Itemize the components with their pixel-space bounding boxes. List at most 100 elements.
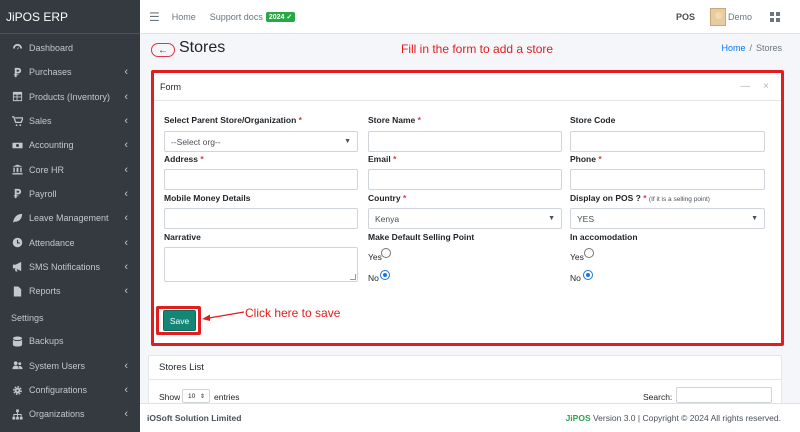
- chevron-left-icon: ‹: [124, 236, 128, 249]
- chevron-left-icon: ‹: [124, 66, 128, 79]
- accomodation-no-radio[interactable]: [583, 270, 593, 280]
- avatar[interactable]: [709, 8, 726, 26]
- sidebar-nav: Dashboard Purchases ‹ Products (Inventor…: [0, 34, 140, 426]
- sidebar-item-leave-management[interactable]: Leave Management ‹: [0, 206, 140, 230]
- close-icon[interactable]: ×: [763, 81, 769, 92]
- caret-down-icon: ▼: [344, 138, 351, 145]
- caret-down-icon: ▼: [751, 215, 758, 222]
- required-mark: *: [393, 154, 397, 164]
- sidebar-item-purchases[interactable]: Purchases ‹: [0, 60, 140, 84]
- store-code-label: Store Code: [570, 115, 616, 125]
- hamburger-menu-icon[interactable]: ☰: [149, 10, 160, 24]
- address-input[interactable]: [164, 169, 358, 190]
- sidebar-item-label: Products (Inventory): [29, 91, 111, 102]
- check-icon: ✓: [286, 13, 293, 21]
- pos-link[interactable]: POS: [676, 12, 695, 22]
- save-button[interactable]: Save: [163, 310, 196, 331]
- country-label-text: Country: [368, 193, 401, 203]
- narrative-label: Narrative: [164, 232, 201, 242]
- search-input[interactable]: [676, 387, 772, 403]
- accomodation-yes-label: Yes: [570, 252, 584, 262]
- entries-label: entries: [214, 392, 240, 402]
- sidebar-item-label: Dashboard: [29, 43, 74, 54]
- sidebar-item-organizations[interactable]: Organizations ‹: [0, 402, 140, 426]
- apps-grid-icon[interactable]: [770, 12, 780, 22]
- entries-select-value: 10: [188, 392, 196, 400]
- stores-list-title: Stores List: [159, 362, 204, 373]
- display-pos-label-text: Display on POS ?: [570, 193, 641, 203]
- default-selling-no-label: No: [368, 273, 379, 283]
- breadcrumb-home[interactable]: Home: [721, 43, 745, 53]
- sidebar-item-label: Core HR: [29, 164, 65, 175]
- entries-select[interactable]: 10 ⇕: [182, 389, 210, 403]
- brand-title[interactable]: JiPOS ERP: [0, 0, 140, 34]
- email-input[interactable]: [368, 169, 562, 190]
- footer-company[interactable]: iOSoft Solution Limited: [147, 413, 241, 423]
- caret-updown-icon: ⇕: [199, 393, 205, 400]
- search-label: Search:: [643, 392, 673, 402]
- store-name-input[interactable]: [368, 131, 562, 152]
- sidebar-item-label: System Users: [29, 360, 86, 371]
- back-button[interactable]: ←: [151, 43, 175, 57]
- chevron-left-icon: ‹: [124, 384, 128, 396]
- annotation-arrow-icon: [202, 311, 245, 321]
- dashboard-icon: [11, 42, 23, 54]
- card-header: Form: [154, 73, 781, 101]
- default-selling-yes-radio[interactable]: [381, 248, 391, 258]
- narrative-textarea[interactable]: [164, 247, 358, 282]
- default-selling-no-radio[interactable]: [380, 270, 390, 280]
- mobile-money-input[interactable]: [164, 208, 358, 229]
- email-label: Email *: [368, 154, 396, 164]
- sidebar-item-label: Payroll: [29, 188, 57, 199]
- clock-icon: [11, 237, 23, 249]
- sidebar-item-dashboard[interactable]: Dashboard: [0, 36, 140, 60]
- sidebar-item-sales[interactable]: Sales ‹: [0, 109, 140, 133]
- sidebar-item-sms-notifications[interactable]: SMS Notifications ‹: [0, 255, 140, 279]
- footer-copyright-text: Version 3.0 | Copyright © 2024 All right…: [590, 413, 781, 423]
- nav-home-link[interactable]: Home: [172, 12, 196, 22]
- accomodation-label: In accomodation: [570, 232, 638, 242]
- sidebar-item-backups[interactable]: Backups: [0, 329, 140, 353]
- sitemap-icon: [11, 408, 23, 420]
- parent-org-label-text: Select Parent Store/Organization: [164, 115, 297, 125]
- table-icon: [11, 91, 23, 103]
- parent-org-select[interactable]: --Select org-- ▼: [164, 131, 358, 152]
- sidebar-item-label: Configurations: [29, 385, 88, 395]
- sidebar-item-payroll[interactable]: Payroll ‹: [0, 182, 140, 206]
- chevron-left-icon: ‹: [124, 115, 128, 128]
- accomodation-yes-radio[interactable]: [584, 248, 594, 258]
- sidebar-item-accounting[interactable]: Accounting ‹: [0, 133, 140, 157]
- leaf-icon: [11, 212, 23, 224]
- divider: [149, 379, 781, 380]
- sidebar-item-reports[interactable]: Reports ‹: [0, 279, 140, 303]
- version-badge: 2024 ✓: [265, 11, 296, 22]
- sidebar-item-system-users[interactable]: System Users ‹: [0, 354, 140, 378]
- required-mark: *: [298, 115, 302, 125]
- accomodation-no-label: No: [570, 273, 581, 283]
- phone-input[interactable]: [570, 169, 765, 190]
- sidebar-item-label: Leave Management: [29, 213, 109, 224]
- sidebar-item-attendance[interactable]: Attendance ‹: [0, 230, 140, 254]
- page-title: Stores: [179, 39, 226, 56]
- store-code-input[interactable]: [570, 131, 765, 152]
- sidebar-item-configurations[interactable]: Configurations ‹: [0, 378, 140, 402]
- parent-org-label: Select Parent Store/Organization *: [164, 115, 302, 125]
- country-select[interactable]: Kenya ▼: [368, 208, 562, 229]
- sidebar-item-products[interactable]: Products (Inventory) ‹: [0, 85, 140, 109]
- address-label: Address *: [164, 154, 204, 164]
- email-label-text: Email: [368, 154, 391, 164]
- nav-support-docs-link[interactable]: Support docs: [210, 12, 263, 22]
- sidebar-item-label: Backups: [29, 336, 64, 347]
- user-name[interactable]: Demo: [728, 12, 752, 22]
- top-right-controls: POS Demo: [676, 0, 780, 34]
- phone-label-text: Phone: [570, 154, 596, 164]
- footer-brand[interactable]: JiPOS: [566, 413, 591, 423]
- display-pos-select[interactable]: YES ▼: [570, 208, 765, 229]
- currency-icon: [11, 66, 23, 78]
- breadcrumb-current: Stores: [755, 43, 782, 53]
- required-mark: *: [402, 193, 407, 203]
- required-mark: *: [598, 154, 602, 164]
- breadcrumb-separator: /: [749, 43, 752, 53]
- sidebar-item-core-hr[interactable]: Core HR ‹: [0, 157, 140, 181]
- minimize-icon[interactable]: —: [740, 81, 750, 92]
